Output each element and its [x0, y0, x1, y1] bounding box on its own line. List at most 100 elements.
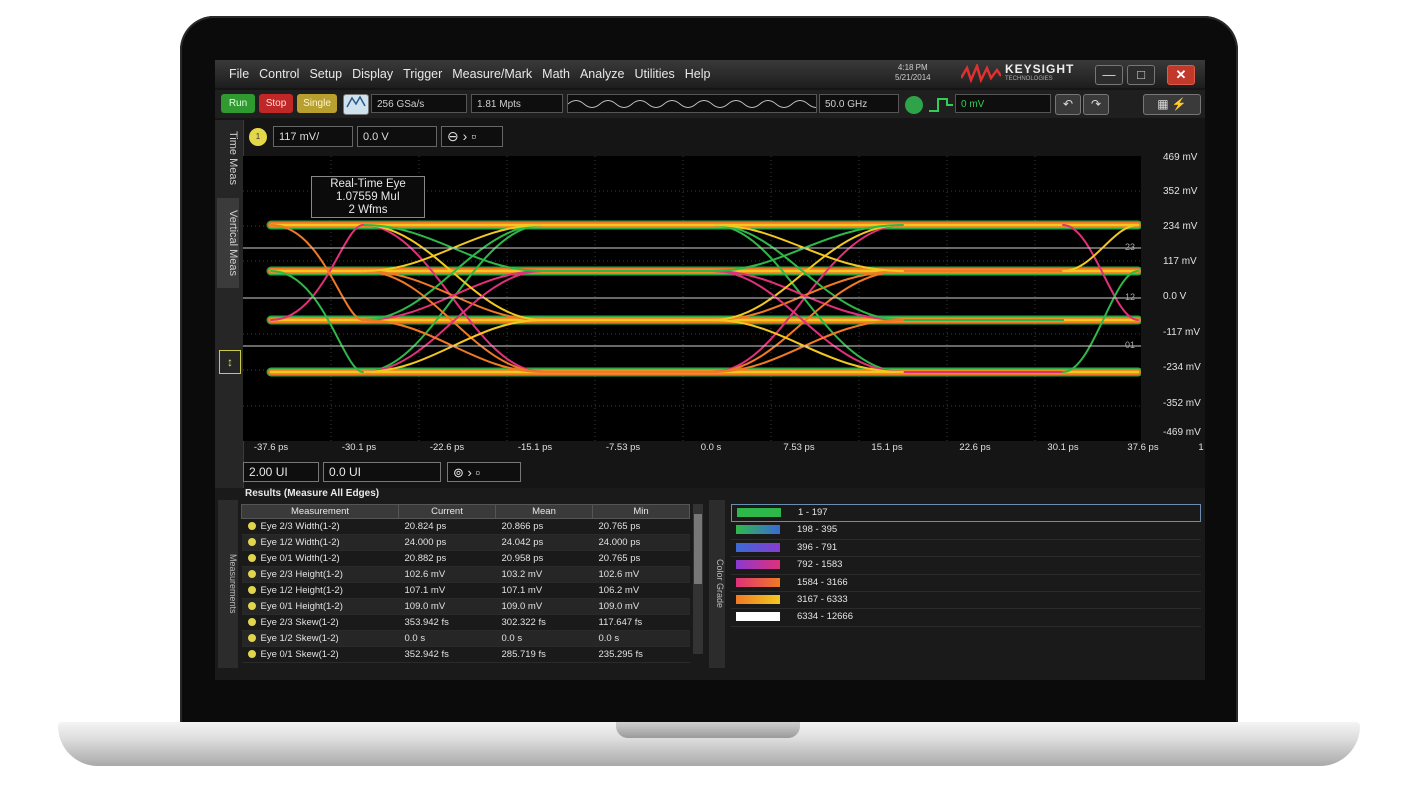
menu-help[interactable]: Help	[685, 67, 711, 81]
y-tick-label: 0.0 V	[1163, 291, 1187, 302]
menu-utilities[interactable]: Utilities	[634, 67, 674, 81]
measurement-status-icon	[247, 586, 256, 595]
color-grade-row[interactable]: 792 - 1583	[731, 557, 1201, 575]
channel-options-icon[interactable]: ⊖ › ▫	[441, 126, 503, 147]
tab-vertical-meas[interactable]: Vertical Meas	[217, 198, 239, 288]
menu-control[interactable]: Control	[259, 67, 299, 81]
waveform-overview[interactable]	[567, 94, 825, 113]
sample-rate-field[interactable]: 256 GSa/s	[371, 94, 467, 113]
color-grade-row[interactable]: 1 - 197	[731, 504, 1201, 523]
table-row[interactable]: Eye 0/1 Skew(1-2) 352.942 fs 285.719 fs …	[241, 646, 690, 663]
horizontal-controls: 2.00 UI 0.0 UI ⊚ › ▫	[215, 460, 1205, 486]
x-tick-label: 30.1 ps	[1047, 442, 1079, 453]
cell-current: 20.824 ps	[398, 518, 496, 535]
table-row[interactable]: Eye 2/3 Skew(1-2) 353.942 fs 302.322 fs …	[241, 614, 690, 631]
menu-setup[interactable]: Setup	[309, 67, 342, 81]
eye-info-waveforms: 2 Wfms	[348, 204, 388, 216]
y-tick-label: -117 mV	[1163, 327, 1201, 338]
col-current[interactable]: Current	[398, 504, 496, 519]
color-swatch	[737, 508, 781, 517]
trigger-level-field[interactable]: 0 mV	[955, 94, 1051, 113]
cell-name: Eye 1/2 Height(1-2)	[260, 585, 343, 596]
single-button[interactable]: Single	[297, 94, 337, 113]
cell-min: 20.765 ps	[592, 518, 690, 535]
cell-current: 102.6 mV	[398, 566, 496, 583]
x-tick-label: -15.1 ps	[517, 442, 553, 453]
clock: 4:18 PM 5/21/2014	[895, 63, 931, 83]
horizontal-position-field[interactable]: 0.0 UI	[323, 462, 441, 482]
table-row[interactable]: Eye 0/1 Height(1-2) 109.0 mV 109.0 mV 10…	[241, 598, 690, 615]
y-tick-label: 234 mV	[1163, 221, 1198, 232]
menu-trigger[interactable]: Trigger	[403, 67, 442, 81]
maximize-button[interactable]: □	[1127, 65, 1155, 85]
waveform-overview-trace	[567, 100, 825, 108]
redo-icon[interactable]: ↷	[1083, 94, 1109, 115]
cell-current: 352.942 fs	[398, 646, 496, 663]
color-grade-row[interactable]: 396 - 791	[731, 540, 1201, 558]
color-grade-label: 1584 - 3166	[797, 576, 848, 588]
col-mean[interactable]: Mean	[495, 504, 593, 519]
cell-name: Eye 2/3 Width(1-2)	[260, 521, 340, 532]
tab-color-grade[interactable]: Color Grade	[709, 500, 725, 668]
color-grade-label: 1 - 197	[798, 507, 828, 518]
measurement-status-icon	[247, 554, 256, 563]
col-measurement[interactable]: Measurement	[241, 504, 399, 519]
menu-file[interactable]: File	[229, 67, 249, 81]
cell-min: 109.0 mV	[592, 598, 690, 615]
color-grade-label: 792 - 1583	[797, 559, 843, 571]
bandwidth-field[interactable]: 50.0 GHz	[819, 94, 899, 113]
x-tick-label: -30.1 ps	[341, 442, 377, 453]
cell-mean: 109.0 mV	[495, 598, 593, 615]
laptop-notch	[616, 722, 800, 738]
clock-time: 4:18 PM	[897, 63, 928, 72]
color-swatch	[736, 612, 780, 622]
display-layout-icon[interactable]: ▦ ⚡	[1143, 94, 1201, 115]
menu-math[interactable]: Math	[542, 67, 570, 81]
cell-min: 102.6 mV	[592, 566, 690, 583]
results-scrollbar[interactable]	[693, 504, 703, 654]
col-min[interactable]: Min	[592, 504, 690, 519]
tab-measurements[interactable]: Measurements	[218, 500, 238, 668]
color-grade-row[interactable]: 1584 - 3166	[731, 575, 1201, 592]
color-grade-row[interactable]: 6334 - 12666	[731, 609, 1201, 627]
tab-time-meas[interactable]: Time Meas	[217, 128, 239, 188]
table-row[interactable]: Eye 1/2 Height(1-2) 107.1 mV 107.1 mV 10…	[241, 582, 690, 599]
eye-info-ui: 1.07559 MuI	[336, 191, 400, 203]
channel-1-badge[interactable]: 1	[249, 128, 267, 146]
menu-display[interactable]: Display	[352, 67, 393, 81]
table-row[interactable]: Eye 0/1 Width(1-2) 20.882 ps 20.958 ps 2…	[241, 550, 690, 567]
y-tick-label: 117 mV	[1163, 256, 1197, 267]
table-row[interactable]: Eye 2/3 Height(1-2) 102.6 mV 103.2 mV 10…	[241, 566, 690, 583]
trigger-status-icon[interactable]	[905, 96, 923, 114]
horizontal-scale-field[interactable]: 2.00 UI	[243, 462, 319, 482]
table-row[interactable]: Eye 1/2 Width(1-2) 24.000 ps 24.042 ps 2…	[241, 534, 690, 551]
vertical-scale-field[interactable]: 117 mV/	[273, 126, 353, 147]
table-row[interactable]: Eye 2/3 Width(1-2) 20.824 ps 20.866 ps 2…	[241, 518, 690, 535]
menu-measure-mark[interactable]: Measure/Mark	[452, 67, 532, 81]
y-tick-label: -352 mV	[1163, 398, 1201, 409]
measurement-status-icon	[247, 602, 256, 611]
minimize-button[interactable]: —	[1095, 65, 1123, 85]
color-swatch	[736, 560, 780, 570]
menu-analyze[interactable]: Analyze	[580, 67, 624, 81]
results-scrollbar-thumb[interactable]	[694, 514, 702, 584]
trigger-marker-icon[interactable]: ↕	[219, 350, 241, 374]
acquisition-mode-icon[interactable]	[343, 94, 369, 115]
y-tick-label: -234 mV	[1163, 362, 1201, 373]
eye-info-box[interactable]: Real-Time Eye 1.07559 MuI 2 Wfms	[311, 176, 425, 218]
undo-icon[interactable]: ↶	[1055, 94, 1081, 115]
color-grade-row[interactable]: 3167 - 6333	[731, 592, 1201, 610]
trigger-edge-icon[interactable]	[929, 97, 953, 113]
color-grade-label: 198 - 395	[797, 524, 838, 536]
cell-mean: 285.719 fs	[495, 646, 593, 663]
cell-name: Eye 1/2 Width(1-2)	[260, 537, 340, 548]
color-grade-row[interactable]: 198 - 395	[731, 522, 1201, 540]
close-button[interactable]: ✕	[1167, 65, 1195, 85]
measurement-status-icon	[247, 618, 256, 627]
vertical-offset-field[interactable]: 0.0 V	[357, 126, 437, 147]
horizontal-options-icon[interactable]: ⊚ › ▫	[447, 462, 521, 482]
table-row[interactable]: Eye 1/2 Skew(1-2) 0.0 s 0.0 s 0.0 s	[241, 630, 690, 647]
stop-button[interactable]: Stop	[259, 94, 293, 113]
run-button[interactable]: Run	[221, 94, 255, 113]
memory-depth-field[interactable]: 1.81 Mpts	[471, 94, 563, 113]
